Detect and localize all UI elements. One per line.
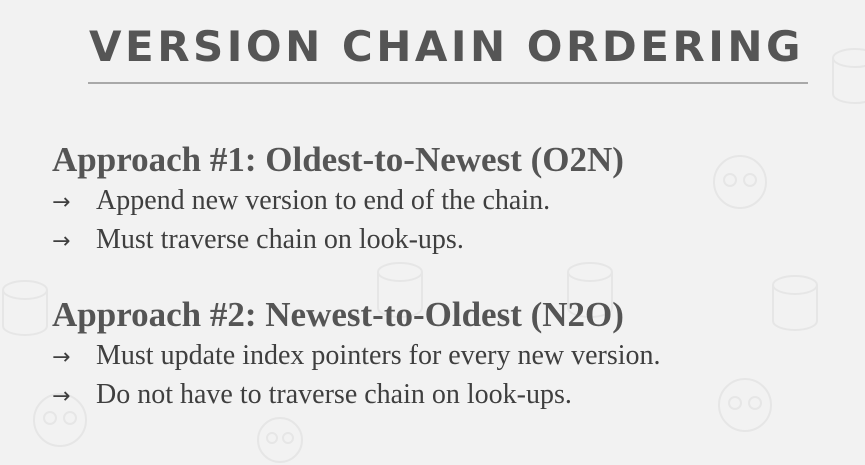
arrow-icon: → [52,229,71,254]
skull-icon [713,155,767,209]
approach-1-section: Approach #1: Oldest-to-Newest (O2N) → Ap… [52,138,624,260]
bullet-item: → Must traverse chain on look-ups. [52,221,624,260]
skull-icon [257,417,303,463]
bullet-text: Append new version to end of the chain. [96,185,551,216]
approach-1-heading: Approach #1: Oldest-to-Newest (O2N) [52,140,624,179]
arrow-icon: → [52,190,71,215]
database-icon [772,275,818,331]
approach-2-section: Approach #2: Newest-to-Oldest (N2O) → Mu… [52,293,661,415]
bullet-text: Must update index pointers for every new… [96,340,661,371]
bullet-text: Must traverse chain on look-ups. [96,224,464,255]
skull-icon [718,378,772,432]
arrow-icon: → [52,345,71,370]
bullet-text: Do not have to traverse chain on look-up… [96,379,572,410]
bullet-item: → Do not have to traverse chain on look-… [52,376,661,415]
bullet-item: → Must update index pointers for every n… [52,337,661,376]
title-underline [88,82,808,84]
approach-2-heading: Approach #2: Newest-to-Oldest (N2O) [52,295,624,334]
page-title: VERSION CHAIN ORDERING [89,22,804,71]
database-icon [1,280,48,336]
arrow-icon: → [52,384,71,409]
bullet-item: → Append new version to end of the chain… [52,182,624,221]
